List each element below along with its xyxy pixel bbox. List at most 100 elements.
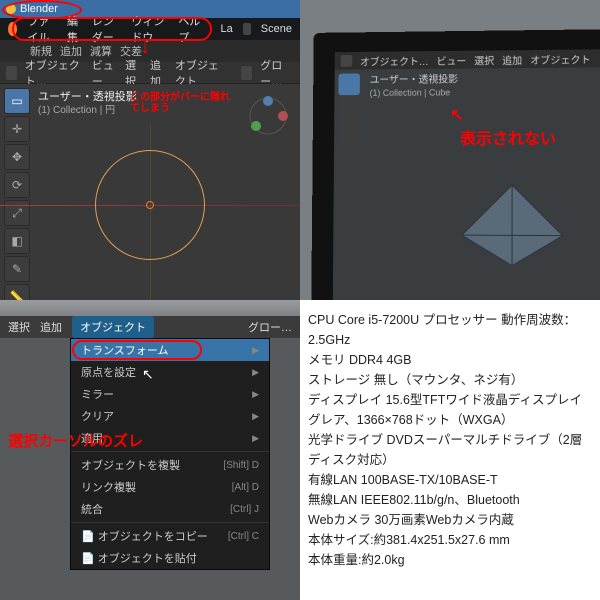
hdr-view[interactable]: ビュー <box>437 52 467 67</box>
menu-item-shortcut: [Ctrl] J <box>230 504 259 515</box>
menu-item[interactable]: ミラー ▶ <box>71 383 269 405</box>
tool-cursor[interactable]: ✛ <box>4 116 30 142</box>
annotation-arrow-icon: ↖ <box>450 105 463 125</box>
tool-select-box[interactable]: ▭ <box>4 88 30 114</box>
viewport-info-2: ユーザー・透視投影 (1) Collection | Cube <box>370 75 459 99</box>
spec-line: 本体重量:約2.0kg <box>308 550 592 570</box>
viewport-3d[interactable]: ▭ ✛ ✥ ⟳ ⤢ ◧ ✎ 📏 ユーザー・透視投影 (1) Collection… <box>0 84 300 300</box>
menu-item[interactable]: リンク複製 [Alt] D <box>71 476 269 498</box>
menu-item-label: 統合 <box>81 501 103 517</box>
editor-type-icon[interactable] <box>341 55 353 67</box>
tool-rotate[interactable]: ⟳ <box>4 172 30 198</box>
workspace-tab[interactable]: La <box>220 23 232 35</box>
hdr-right[interactable]: グロー… <box>248 319 292 335</box>
tool-annotate[interactable]: ✎ <box>4 256 30 282</box>
mode-dropdown[interactable]: オブジェクト… <box>360 53 429 68</box>
menu-render[interactable]: レンダー <box>92 13 122 45</box>
submenu-arrow-icon: ▶ <box>252 433 259 444</box>
blender-window: Blender ファイル 編集 レンダー ウィンドウ ヘルプ La Scene … <box>0 0 300 300</box>
tool-select-box[interactable] <box>338 73 360 95</box>
viewport-header-3: 選択 追加 オブジェクト グロー… <box>0 316 300 338</box>
cursor-3d-icon <box>146 201 154 209</box>
submenu-arrow-icon: ▶ <box>252 367 259 378</box>
spec-line: 光学ドライブ DVDスーパーマルチドライブ（2層ディスク対応） <box>308 430 592 470</box>
spec-line: メモリ DDR4 4GB <box>308 350 592 370</box>
spec-line: 有線LAN 100BASE-TX/10BASE-T <box>308 470 592 490</box>
spec-line: CPU Core i5-7200U プロセッサー 動作周波数： <box>308 310 592 330</box>
editor-type-icon[interactable] <box>6 66 17 80</box>
tool-transform[interactable]: ◧ <box>4 228 30 254</box>
menu-item-shortcut: [Shift] D <box>223 460 259 471</box>
menu-item-label: ミラー <box>81 386 114 402</box>
spec-line: ディスプレイ 15.6型TFTワイド液晶ディスプレイ <box>308 390 592 410</box>
annotation-text-2: 表示されない <box>460 125 556 149</box>
hdr-object[interactable]: オブジェクト <box>530 51 591 67</box>
menubar: ファイル 編集 レンダー ウィンドウ ヘルプ La Scene <box>0 18 300 40</box>
context-menu-photo: 選択 追加 オブジェクト グロー… トランスフォーム▶原点を設定▶ミラー▶クリア… <box>0 300 300 600</box>
tool-move[interactable]: ✥ <box>4 144 30 170</box>
viewport-header-2: オブジェクト… ビュー 選択 追加 オブジェクト <box>335 49 600 70</box>
menu-item-shortcut: [Ctrl] C <box>228 531 259 542</box>
tool-cursor[interactable] <box>338 97 360 119</box>
scene-field[interactable]: Scene <box>261 23 292 35</box>
spec-line: 無線LAN IEEE802.11b/g/n、Bluetooth <box>308 490 592 510</box>
hdr-select[interactable]: 選択 <box>8 319 30 335</box>
menu-item-label: リンク複製 <box>81 479 136 495</box>
menu-item[interactable]: 📄 オブジェクトをコピー [Ctrl] C <box>71 525 269 547</box>
menu-item-label: 原点を設定 <box>81 364 136 380</box>
menu-item-label: オブジェクトを複製 <box>81 457 180 473</box>
menu-item-label: クリア <box>81 408 114 424</box>
spec-line: 2.5GHz <box>308 330 592 350</box>
menu-edit[interactable]: 編集 <box>67 13 82 45</box>
blender-logo-icon <box>8 22 17 36</box>
menu-item-label: 📄 オブジェクトを貼付 <box>81 550 197 566</box>
laptop-screen: オブジェクト… ビュー 選択 追加 オブジェクト ユーザー・透視投影 (1) C… <box>333 49 600 300</box>
annotation-text: この部分がバーに隠れてしまう <box>130 92 230 114</box>
mouse-cursor-icon: ↖ <box>142 366 154 383</box>
submenu-arrow-icon: ▶ <box>252 345 259 356</box>
info-projection: ユーザー・透視投影 <box>38 90 137 104</box>
info-collection: (1) Collection | 円 <box>38 104 137 118</box>
submenu-arrow-icon: ▶ <box>252 411 259 422</box>
nav-gizmo[interactable] <box>246 94 290 138</box>
menu-file[interactable]: ファイル <box>27 13 57 45</box>
spec-line: 本体サイズ:約381.4x251.5x27.6 mm <box>308 530 592 550</box>
tool-measure[interactable]: 📏 <box>4 284 30 300</box>
hdr-add[interactable]: 追加 <box>502 52 522 67</box>
hdr-object-active[interactable]: オブジェクト <box>72 316 154 338</box>
hdr-add[interactable]: 追加 <box>40 319 62 335</box>
menu-item-shortcut: [Alt] D <box>232 482 259 493</box>
laptop-photo: オブジェクト… ビュー 選択 追加 オブジェクト ユーザー・透視投影 (1) C… <box>300 0 600 300</box>
spec-sheet: CPU Core i5-7200U プロセッサー 動作周波数：2.5GHzメモリ… <box>300 300 600 600</box>
viewport-info: ユーザー・透視投影 (1) Collection | 円 <box>38 90 137 118</box>
annotation-arrow-icon: ↓ <box>140 36 150 59</box>
tool-scale[interactable]: ⤢ <box>4 200 30 226</box>
spec-line: グレア、1366×768ドット（WXGA） <box>308 410 592 430</box>
toolbar-left: ▭ ✛ ✥ ⟳ ⤢ ◧ ✎ 📏 <box>4 88 32 300</box>
menu-item[interactable]: オブジェクトを複製 [Shift] D <box>71 454 269 476</box>
overlay-icon[interactable] <box>241 66 252 80</box>
laptop-bezel: オブジェクト… ビュー 選択 追加 オブジェクト ユーザー・透視投影 (1) C… <box>311 29 600 300</box>
spec-line: ストレージ 無し（マウンタ、ネジ有） <box>308 370 592 390</box>
menu-help[interactable]: ヘルプ <box>178 13 200 45</box>
menu-item-label: 📄 オブジェクトをコピー <box>81 528 208 544</box>
object-context-menu: トランスフォーム▶原点を設定▶ミラー▶クリア▶適用▶オブジェクトを複製[Shif… <box>70 338 270 570</box>
annotation-text-3: 選択カーソルのズレ <box>8 430 143 451</box>
scene-icon <box>243 23 251 35</box>
submenu-arrow-icon: ▶ <box>252 389 259 400</box>
menu-item[interactable]: クリア ▶ <box>71 405 269 427</box>
viewport-header: オブジェクト… ビュー 選択 追加 オブジェクト グロー… <box>0 62 300 84</box>
menu-item[interactable]: 統合 [Ctrl] J <box>71 498 269 520</box>
info-projection: ユーザー・透視投影 <box>370 75 458 88</box>
toolbar-left-2 <box>338 73 362 142</box>
menu-item-label: トランスフォーム <box>81 342 168 358</box>
spec-line: Webカメラ 30万画素Webカメラ内蔵 <box>308 510 592 530</box>
menu-item[interactable]: 原点を設定 ▶ <box>71 361 269 383</box>
hdr-select[interactable]: 選択 <box>474 52 494 67</box>
menu-item[interactable]: 📄 オブジェクトを貼付 <box>71 547 269 569</box>
window-icon <box>6 4 16 14</box>
info-collection: (1) Collection | Cube <box>370 86 459 98</box>
menu-item[interactable]: トランスフォーム ▶ <box>71 339 269 361</box>
object-cube-wireframe[interactable] <box>452 180 573 274</box>
tool-move[interactable] <box>338 121 360 143</box>
